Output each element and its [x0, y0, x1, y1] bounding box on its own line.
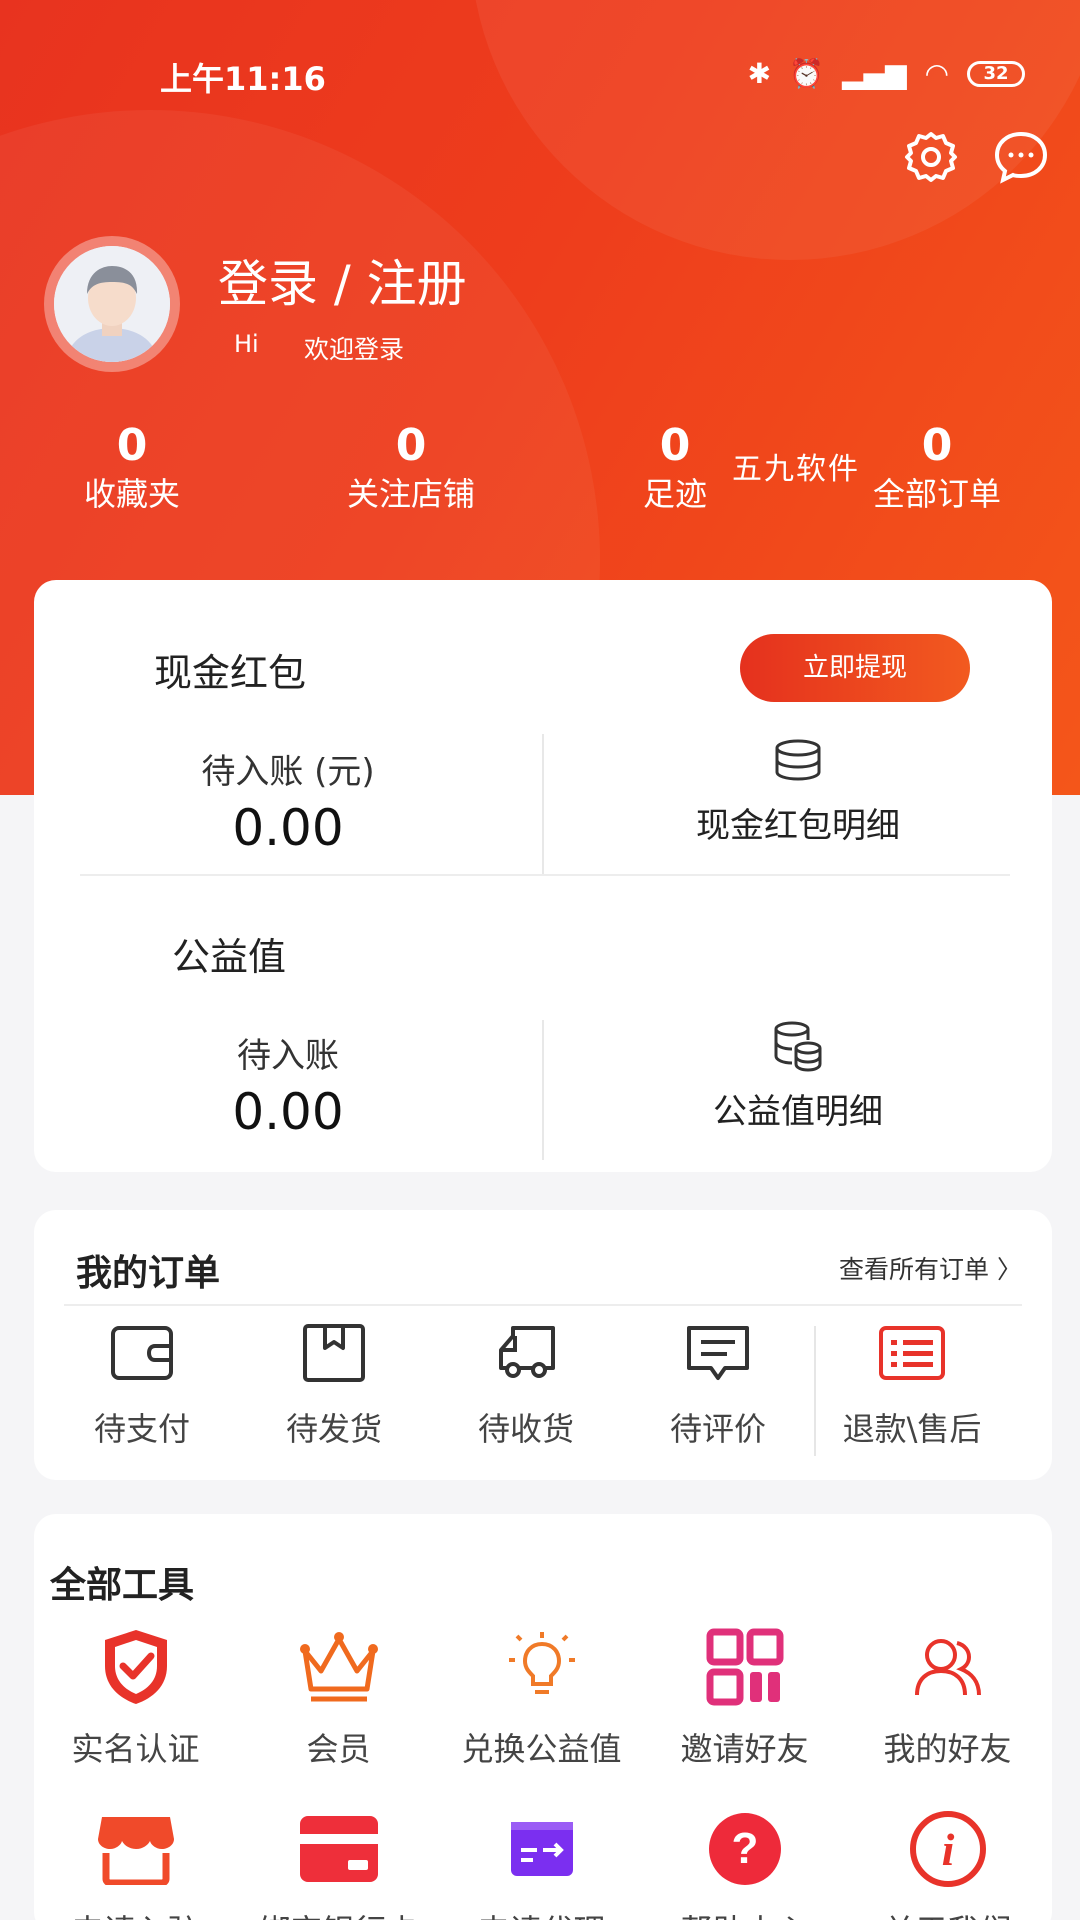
tool-real-name[interactable]: 实名认证: [34, 1622, 237, 1770]
tool-exchange-charity[interactable]: 兑换公益值: [440, 1622, 643, 1770]
tools-title: 全部工具: [50, 1565, 195, 1606]
tool-label: 关于我们: [846, 1906, 1049, 1920]
database-coins-icon: [774, 1021, 822, 1072]
alarm-icon: ⏰: [789, 57, 824, 90]
watermark: 五九软件: [732, 452, 860, 487]
battery-icon: 32: [967, 61, 1025, 87]
crown-icon: [299, 1632, 378, 1702]
welcome-text: 欢迎登录: [304, 335, 405, 364]
bluetooth-icon: ✱: [747, 57, 772, 90]
status-bar: 上午11:16 ✱ ⏰ ▂▄▆ ◠ 32: [0, 52, 1080, 102]
lightbulb-icon: [508, 1632, 575, 1694]
tool-label: 绑定银行卡: [237, 1906, 440, 1920]
wifi-icon: ◠: [924, 57, 949, 90]
orders-card: 我的订单 查看所有订单 〉 待支付 待发货 待收货 待评价 退款\售后: [34, 1210, 1052, 1480]
tool-label: 申请代理: [440, 1906, 643, 1920]
refund-list-icon: [879, 1326, 945, 1380]
charity-detail-label: 公益值明细: [713, 1092, 883, 1132]
charity-pending-label: 待入账: [237, 1036, 339, 1076]
order-pending-payment[interactable]: 待支付: [46, 1322, 238, 1456]
tool-label: 兑换公益值: [461, 1730, 622, 1768]
box-icon: [303, 1324, 365, 1382]
tool-apply-settle[interactable]: 申请入驻: [34, 1804, 237, 1920]
orders-title: 我的订单: [76, 1253, 221, 1294]
tool-bind-bank-card[interactable]: 绑定银行卡: [237, 1804, 440, 1920]
user-stats: 0 收藏夹 0 关注店铺 0 足迹 0 全部订单: [0, 420, 1080, 520]
cash-pending-label: 待入账 (元): [201, 752, 375, 792]
order-label: 待收货: [477, 1410, 574, 1448]
status-time: 上午11:16: [160, 60, 326, 98]
stat-value: 0: [116, 420, 148, 471]
login-register-link[interactable]: 登录 / 注册: [218, 244, 467, 316]
truck-icon: [499, 1326, 555, 1378]
cash-detail-link[interactable]: 现金红包明细: [544, 738, 1052, 847]
greeting-label: Hi: [234, 330, 259, 358]
stat-value: 0: [395, 420, 427, 471]
tool-apply-agent[interactable]: 申请代理: [440, 1804, 643, 1920]
settings-icon[interactable]: [902, 128, 960, 186]
info-icon: i: [909, 1811, 986, 1887]
tool-member[interactable]: 会员: [237, 1622, 440, 1770]
message-icon[interactable]: [992, 128, 1050, 186]
divider: [64, 1304, 1022, 1306]
friends-icon: [914, 1639, 981, 1696]
help-icon: ?: [708, 1813, 781, 1885]
svg-text:?: ?: [731, 1824, 758, 1873]
order-pending-receipt[interactable]: 待收货: [430, 1322, 622, 1456]
cash-pending-amount: 0.00: [232, 799, 344, 857]
tool-label: 实名认证: [71, 1730, 200, 1768]
cash-pending: 待入账 (元) 0.00: [34, 744, 542, 857]
coins-icon: [775, 739, 821, 781]
stat-all-orders[interactable]: 0 全部订单: [837, 420, 1037, 516]
svg-text:i: i: [941, 1824, 954, 1875]
tool-help-center[interactable]: ? 帮助中心: [643, 1804, 846, 1920]
order-label: 退款\售后: [842, 1410, 982, 1448]
wallet-card: 现金红包 立即提现 待入账 (元) 0.00 现金红包明细 公益值 待入账 0.…: [34, 580, 1052, 1172]
tool-label: 申请入驻: [34, 1906, 237, 1920]
stat-label: 收藏夹: [83, 475, 180, 513]
default-user-icon: [54, 246, 170, 362]
tools-card: 全部工具 实名认证 会员 兑换公益值 邀请好友 我的好友 ? i: [34, 1514, 1052, 1920]
charity-title: 公益值: [172, 935, 287, 979]
stat-value: 0: [921, 420, 953, 471]
shop-icon: [97, 1817, 174, 1885]
charity-detail-link[interactable]: 公益值明细: [544, 1020, 1052, 1133]
avatar[interactable]: [44, 236, 180, 372]
stat-followed-shops[interactable]: 0 关注店铺: [311, 420, 511, 516]
stat-label: 全部订单: [872, 475, 1001, 513]
tool-label: 帮助中心: [643, 1906, 846, 1920]
charity-pending: 待入账 0.00: [34, 1028, 542, 1141]
order-label: 待支付: [93, 1410, 190, 1448]
tool-my-friends[interactable]: 我的好友: [846, 1622, 1049, 1770]
order-pending-review[interactable]: 待评价: [622, 1322, 814, 1456]
tool-about-us[interactable]: i 关于我们: [846, 1804, 1049, 1920]
order-refund-aftersale[interactable]: 退款\售后: [816, 1322, 1008, 1456]
qrcode-icon: [706, 1628, 783, 1706]
stat-label: 关注店铺: [346, 475, 475, 513]
comment-icon: [687, 1326, 749, 1380]
divider: [80, 874, 1010, 876]
wallet-icon: [111, 1326, 173, 1380]
shield-check-icon: [104, 1630, 167, 1704]
signal-icon: ▂▄▆: [841, 57, 907, 90]
withdraw-button[interactable]: 立即提现: [740, 634, 970, 702]
bank-card-icon: [299, 1816, 378, 1882]
charity-pending-amount: 0.00: [232, 1083, 344, 1141]
cash-title: 现金红包: [154, 651, 307, 695]
order-label: 待评价: [669, 1410, 766, 1448]
order-pending-shipment[interactable]: 待发货: [238, 1322, 430, 1456]
tool-invite-friends[interactable]: 邀请好友: [643, 1622, 846, 1770]
agent-card-icon: [510, 1822, 573, 1876]
cash-detail-label: 现金红包明细: [696, 806, 900, 846]
tool-label: 会员: [306, 1730, 371, 1768]
view-all-orders-link[interactable]: 查看所有订单 〉: [839, 1250, 1022, 1286]
tool-label: 我的好友: [883, 1730, 1012, 1768]
order-label: 待发货: [285, 1410, 382, 1448]
tool-label: 邀请好友: [680, 1730, 809, 1768]
stat-favorites[interactable]: 0 收藏夹: [32, 420, 232, 516]
